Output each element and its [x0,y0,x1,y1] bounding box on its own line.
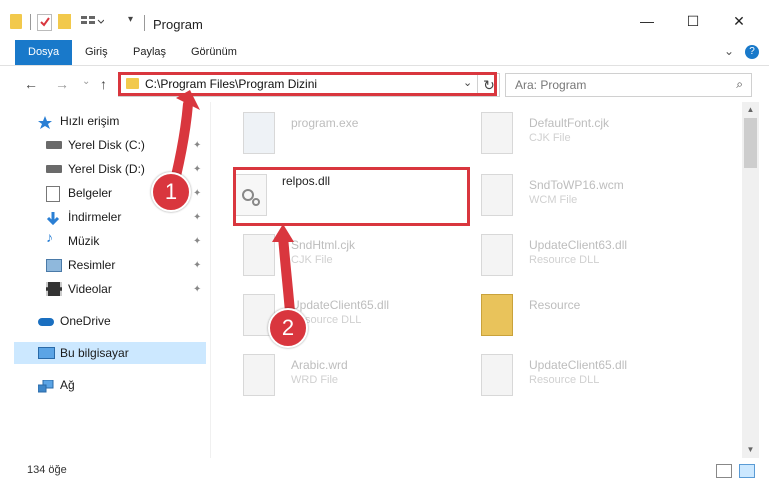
step-marker-2: 2 [268,308,308,348]
step-marker-1: 1 [151,172,191,212]
annotation-arrows [171,90,295,317]
